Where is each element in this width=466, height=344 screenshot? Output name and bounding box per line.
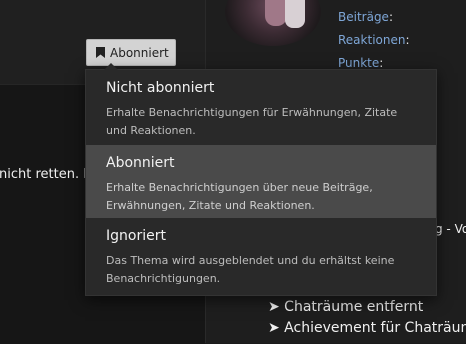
- bookmark-icon: [96, 47, 105, 58]
- option-description: Das Thema wird ausgeblendet und du erhäl…: [106, 254, 395, 285]
- menu-option-not-subscribed[interactable]: Nicht abonniert Erhalte Benachrichtigung…: [86, 70, 436, 145]
- subscribe-button[interactable]: Abonniert: [86, 39, 176, 66]
- sidebar-text-fragment: g - Vor: [435, 222, 466, 236]
- option-title: Abonniert: [106, 155, 175, 171]
- stat-reactions: Reaktionen:: [338, 33, 410, 47]
- stat-points-label[interactable]: Punkte: [338, 56, 379, 70]
- option-description: Erhalte Benachrichtigungen für Erwähnung…: [106, 106, 398, 137]
- stat-posts: Beiträge:: [338, 10, 393, 24]
- option-title: Nicht abonniert: [106, 80, 215, 96]
- subscription-menu: Nicht abonniert Erhalte Benachrichtigung…: [85, 63, 437, 296]
- stat-posts-label[interactable]: Beiträge: [338, 10, 389, 24]
- changelog-item: ➤ Chaträume entfernt: [268, 299, 424, 315]
- menu-caret: [104, 63, 118, 70]
- menu-option-subscribed[interactable]: Abonniert Erhalte Benachrichtigungen übe…: [86, 145, 436, 218]
- post-text-fragment: nicht retten. D: [0, 167, 94, 182]
- menu-option-ignored[interactable]: Ignoriert Das Thema wird ausgeblendet un…: [86, 218, 436, 295]
- option-description: Erhalte Benachrichtigungen über neue Bei…: [106, 181, 373, 212]
- stat-reactions-label[interactable]: Reaktionen: [338, 33, 405, 47]
- option-title: Ignoriert: [106, 228, 166, 244]
- subscribe-button-label: Abonniert: [110, 45, 169, 60]
- changelog-item: ➤ Achievement für Chaträume: [268, 320, 466, 336]
- stat-points: Punkte:: [338, 56, 384, 70]
